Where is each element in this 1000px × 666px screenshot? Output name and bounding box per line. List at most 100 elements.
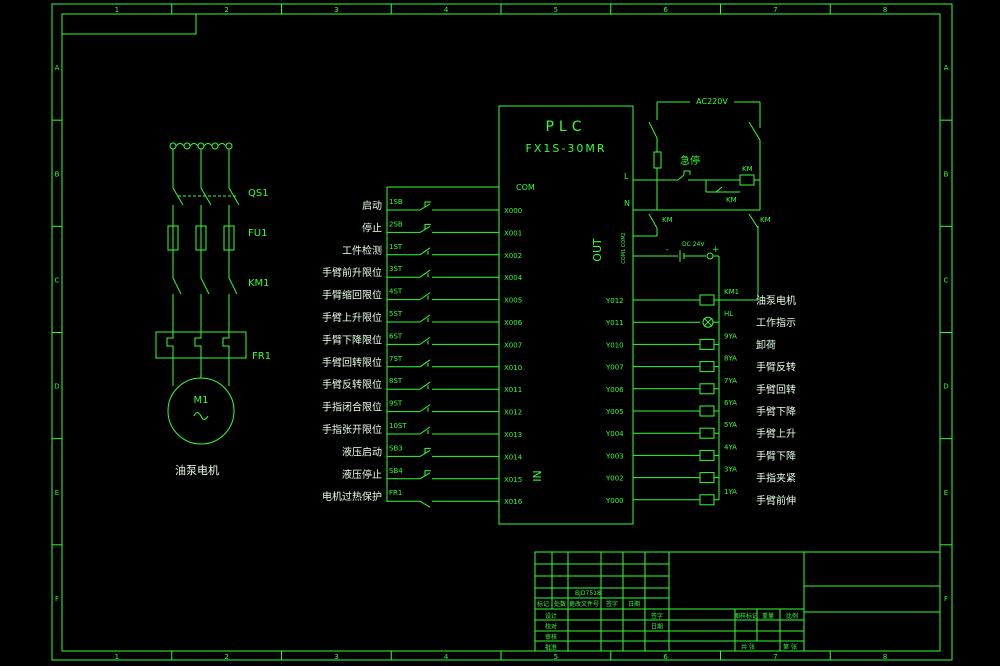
output-address: Y003 [605, 452, 624, 460]
motor-name: M1 [194, 395, 209, 406]
input-address: X011 [504, 386, 522, 394]
row-label: C [55, 276, 60, 284]
row-label: E [55, 489, 59, 497]
output-label: 手臂反转 [756, 361, 796, 374]
input-device: 6ST [389, 332, 403, 340]
plc-com: COM [516, 183, 535, 192]
output-label: 手指夹紧 [756, 472, 796, 485]
row-label: D [54, 383, 59, 391]
output-label: 油泵电机 [756, 294, 796, 307]
input-label: 手臂反转限位 [322, 378, 382, 391]
title-block-heading: 日期 [628, 600, 640, 608]
plc-title: PLC [545, 119, 586, 135]
output-label: 手臂上升 [756, 427, 796, 440]
output-label: 手臂下降 [756, 405, 796, 418]
plc-out-com: COM1 COM2 [621, 232, 627, 263]
km-coil-label: KM [742, 165, 753, 173]
input-device: FR1 [389, 489, 402, 497]
input-label: 停止 [362, 221, 382, 234]
output-device: 3YA [724, 466, 737, 474]
input-device: 1ST [389, 243, 403, 251]
column-label: 2 [224, 6, 228, 14]
input-address: X004 [504, 274, 523, 282]
output-address: Y004 [605, 430, 624, 438]
row-label: E [944, 489, 948, 497]
output-device: KM1 [724, 288, 739, 296]
title-block-sheet: 张 [791, 643, 797, 651]
row-label: B [944, 170, 949, 178]
title-block-right: 比例 [786, 612, 798, 620]
output-address: Y007 [605, 364, 624, 372]
column-label: 5 [554, 653, 558, 661]
title-block-heading: 签字 [606, 600, 618, 608]
input-label: 液压停止 [342, 468, 382, 481]
row-label: D [943, 383, 948, 391]
output-label: 手臂下降 [756, 449, 796, 462]
column-label: 1 [115, 653, 119, 661]
input-label: 手臂上升限位 [322, 311, 382, 324]
supply-label: AC220V [696, 97, 728, 106]
fuse-label: FU1 [248, 228, 267, 239]
input-device: SB3 [389, 444, 403, 452]
input-label: 手臂前升限位 [322, 266, 382, 279]
input-address: X012 [504, 409, 522, 417]
motor-caption: 油泵电机 [175, 463, 219, 477]
output-label: 工作指示 [756, 316, 796, 329]
title-block-right: 图样标记 [734, 612, 758, 620]
column-label: 2 [224, 653, 228, 661]
title-block-sheet: 张 [749, 643, 755, 651]
title-block-heading: 更改文件号 [569, 600, 599, 608]
title-block-sheet: 共 [741, 643, 747, 651]
input-label: 工件检测 [342, 244, 382, 257]
title-block-heading: 标记 [537, 600, 549, 608]
dc-label: DC 24V [682, 241, 705, 248]
row-label: A [944, 64, 949, 72]
electrical-schematic: 1122334455667788 A AB BC CD DE EF F QS1 … [0, 0, 1000, 666]
input-device: 4ST [389, 288, 403, 296]
output-device: 7YA [724, 377, 737, 385]
title-block-row: 校对 [545, 623, 557, 631]
column-label: 1 [115, 6, 119, 14]
input-label: 手臂下降限位 [322, 333, 382, 346]
plus-label: + [712, 245, 720, 255]
output-device: 1YA [724, 488, 737, 496]
row-label: F [55, 595, 59, 603]
output-device: HL [724, 310, 733, 318]
row-label: B [55, 170, 60, 178]
output-device: 4YA [724, 443, 737, 451]
output-device: 9YA [724, 332, 737, 340]
column-label: 4 [444, 6, 449, 14]
row-label: F [944, 595, 948, 603]
output-address: Y006 [605, 386, 624, 394]
km-aux-label: KM [726, 196, 737, 204]
column-label: 6 [663, 6, 668, 14]
output-address: Y000 [605, 497, 624, 505]
column-label: 3 [334, 653, 338, 661]
output-device: 8YA [724, 355, 737, 363]
input-label: 手指闭合限位 [322, 401, 382, 414]
input-address: X013 [504, 431, 522, 439]
column-label: 8 [883, 6, 887, 14]
column-label: 7 [773, 6, 777, 14]
input-device: 2SB [389, 220, 403, 228]
overload-label: FR1 [252, 351, 271, 362]
output-label: 卸荷 [756, 338, 776, 351]
input-address: X007 [504, 341, 522, 349]
estop-label: 急停 [680, 154, 700, 167]
km-right-label: KM [760, 216, 771, 224]
column-label: 5 [554, 6, 558, 14]
column-label: 8 [883, 653, 887, 661]
input-device: 8ST [389, 377, 403, 385]
output-address: Y011 [605, 319, 624, 327]
l-label: L [624, 172, 629, 181]
plc-in-label: IN [531, 470, 544, 481]
input-device: 5ST [389, 310, 403, 318]
column-label: 4 [444, 653, 449, 661]
input-device: 7ST [389, 355, 403, 363]
title-block-right: 重量 [762, 612, 774, 620]
input-address: X005 [504, 297, 522, 305]
title-block-heading: 处数 [554, 600, 566, 608]
breaker-label: QS1 [248, 188, 269, 199]
output-address: Y010 [605, 341, 624, 349]
title-block-row: 批准 [545, 644, 557, 652]
